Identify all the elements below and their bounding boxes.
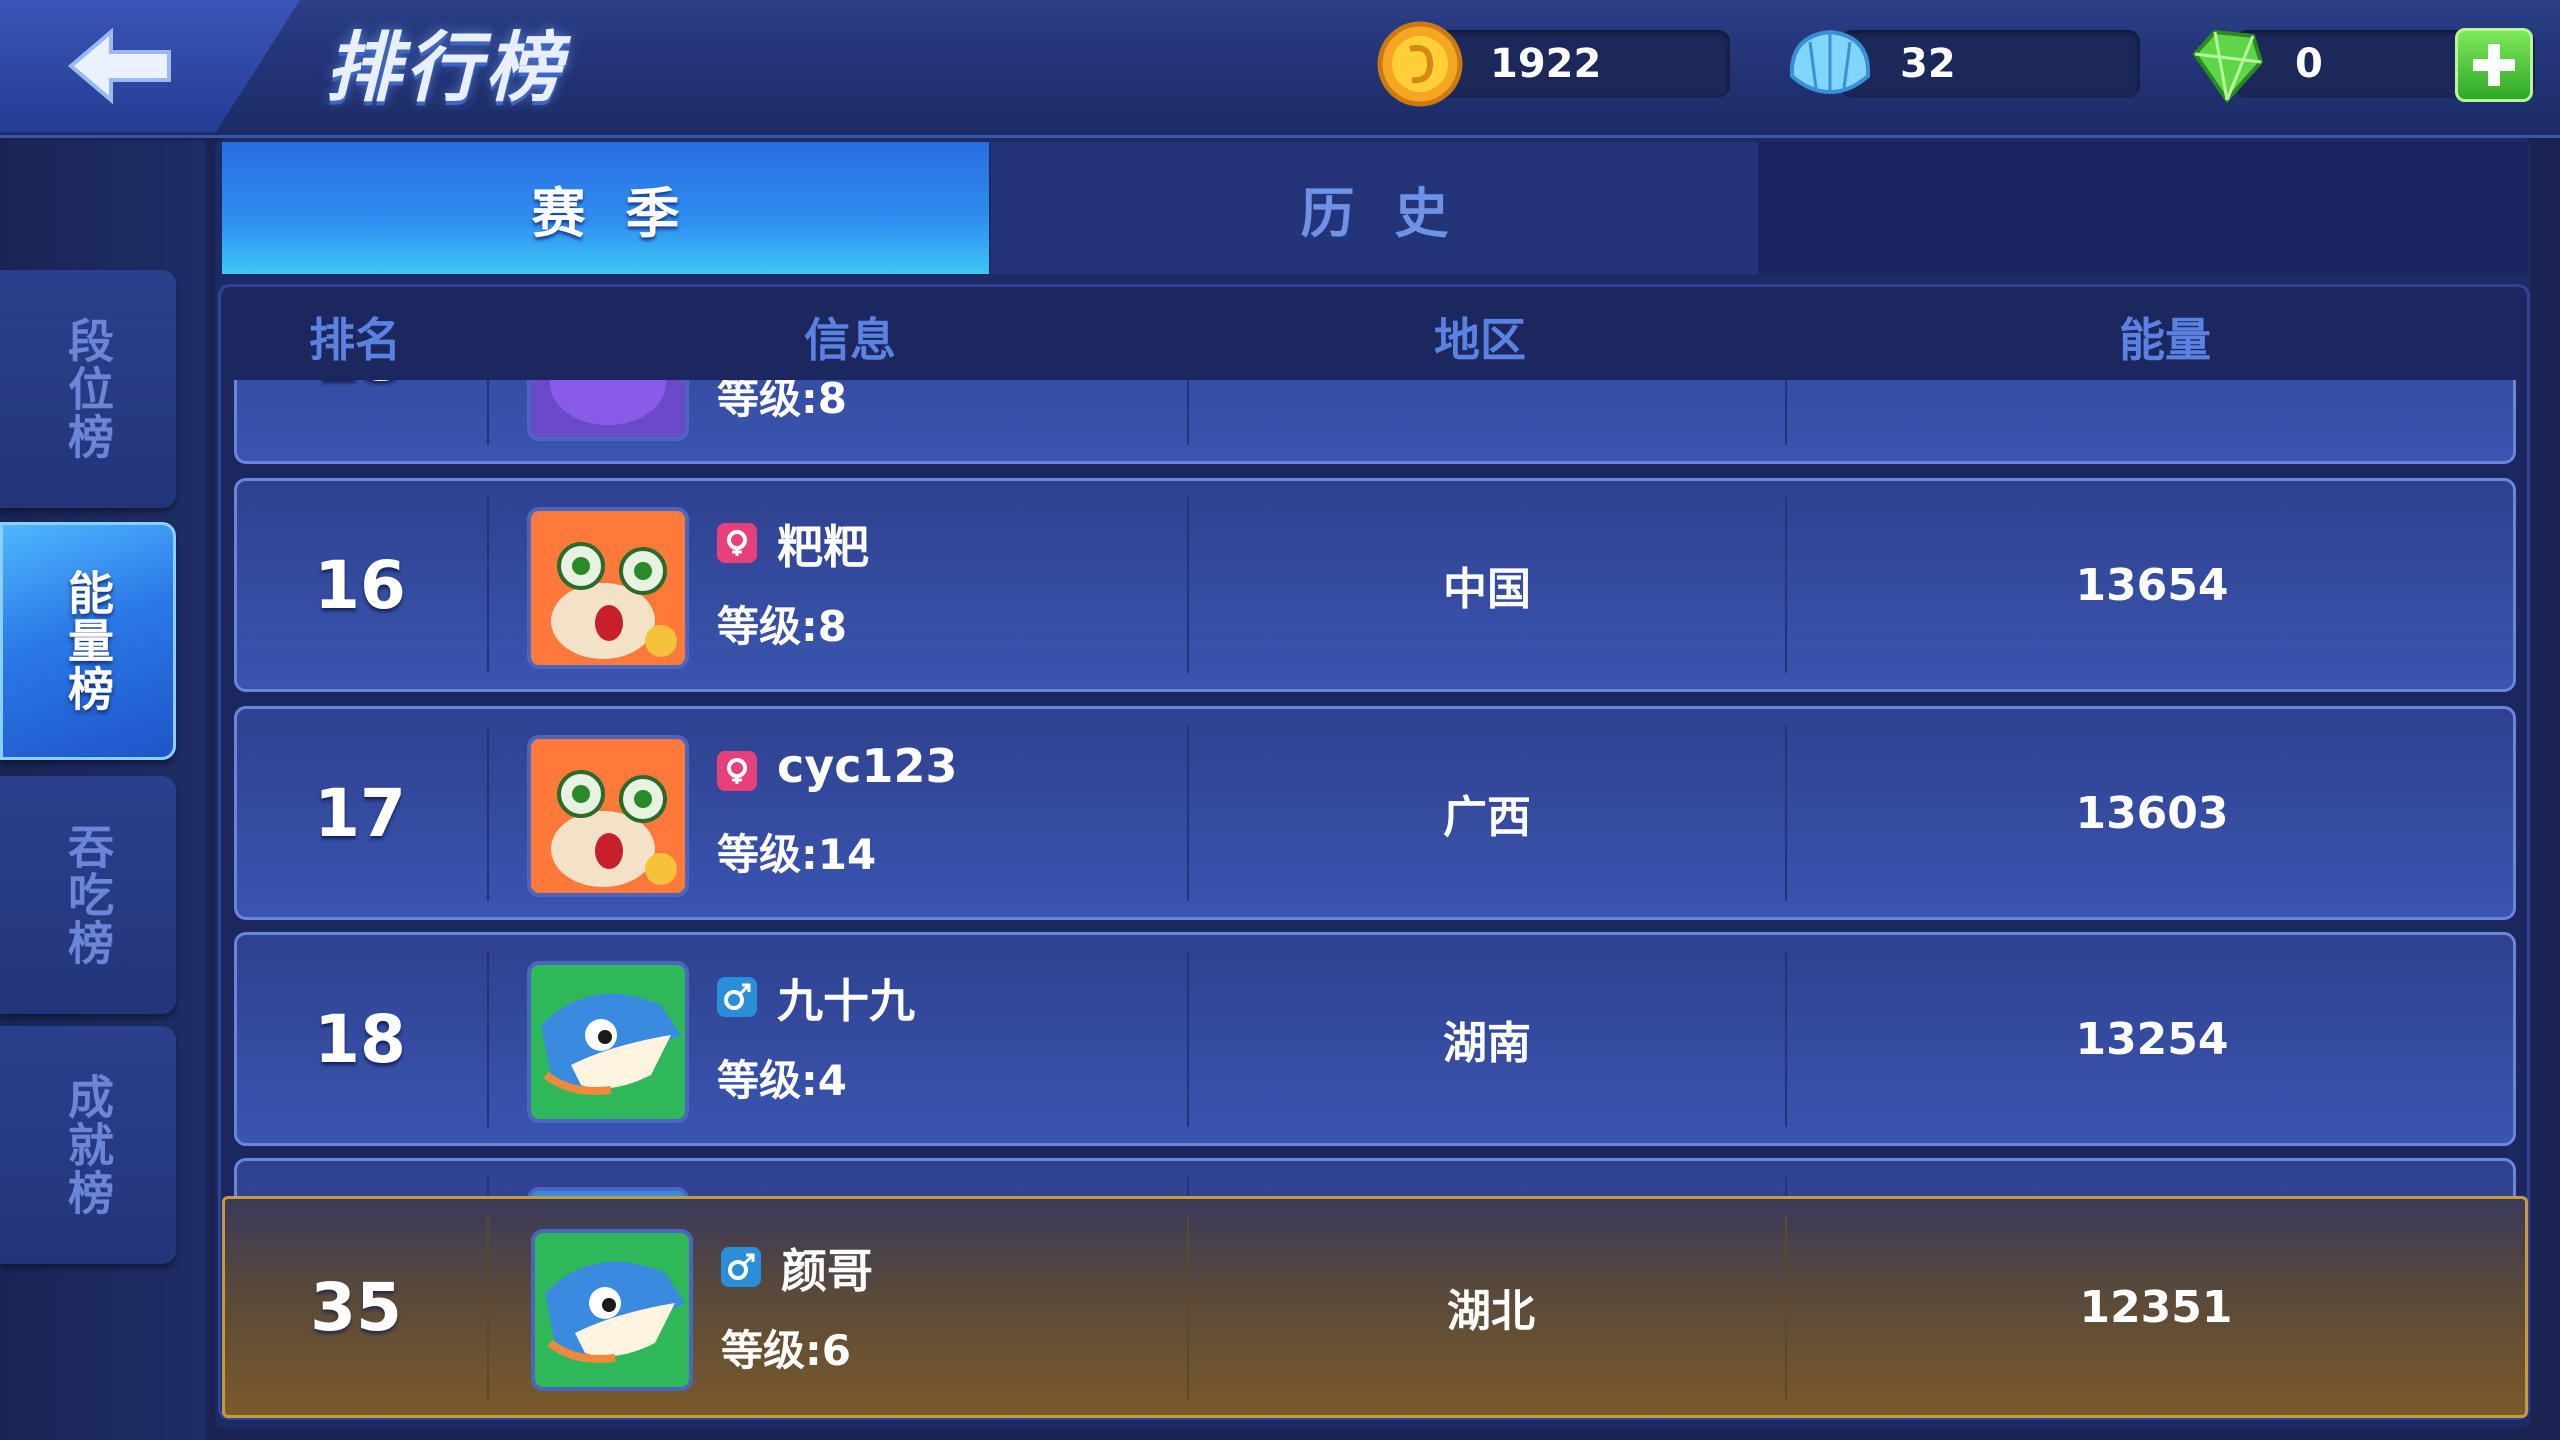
sidebar-item-achievement[interactable]: 成就榜 bbox=[0, 1026, 176, 1264]
my-rank-row[interactable]: 35 颜哥 等级:6 湖北 12351 bbox=[222, 1196, 2528, 1418]
column-header-region: 地区 bbox=[1434, 313, 1526, 367]
player-energy: 13254 bbox=[2075, 1013, 2229, 1065]
avatar bbox=[531, 1229, 693, 1391]
shell-icon bbox=[1789, 29, 1871, 95]
sidebar-item-label: 能量榜 bbox=[61, 569, 115, 713]
tab-bar-filler bbox=[1758, 142, 2528, 274]
player-name: 粑粑 bbox=[777, 520, 869, 574]
male-icon bbox=[717, 977, 757, 1017]
player-energy: 13654 bbox=[2075, 559, 2229, 611]
female-icon bbox=[717, 751, 757, 791]
column-header-rank: 排名 bbox=[309, 313, 401, 367]
fish-avatar-icon bbox=[531, 965, 685, 1119]
player-level: 等级:8 bbox=[717, 380, 848, 423]
shell-counter: 32 bbox=[1789, 29, 2140, 98]
player-level: 等级:4 bbox=[717, 1056, 848, 1105]
rank-number: 18 bbox=[314, 1000, 406, 1078]
top-bar: 排行榜 1922 32 0 bbox=[0, 0, 2560, 138]
table-row[interactable]: 17 cyc123 等级:14 广西 13603 bbox=[234, 706, 2516, 920]
player-level: 等级:14 bbox=[717, 830, 877, 879]
sidebar-item-label: 段位榜 bbox=[61, 317, 115, 461]
player-level: 等级:8 bbox=[717, 602, 848, 651]
my-player-name: 颜哥 bbox=[781, 1244, 873, 1298]
gem-icon bbox=[2192, 29, 2264, 104]
player-name: cyc123 bbox=[777, 739, 958, 793]
player-name: 九十九 bbox=[777, 974, 915, 1028]
back-button[interactable] bbox=[55, 18, 185, 113]
gem-value: 0 bbox=[2295, 41, 2323, 87]
avatar bbox=[527, 735, 689, 897]
table-row[interactable]: 15 等级:8 bbox=[234, 380, 2516, 464]
coin-icon bbox=[1377, 21, 1463, 107]
my-player-energy: 12351 bbox=[2079, 1281, 2233, 1333]
rank-number: 16 bbox=[314, 546, 406, 624]
sidebar-item-rank[interactable]: 段位榜 bbox=[0, 270, 176, 508]
avatar bbox=[527, 380, 689, 441]
player-region: 湖南 bbox=[1443, 1018, 1531, 1069]
my-player-region: 湖北 bbox=[1447, 1286, 1535, 1337]
add-gem-button[interactable] bbox=[2455, 28, 2533, 102]
sidebar-item-devour[interactable]: 吞吃榜 bbox=[0, 776, 176, 1014]
table-row[interactable] bbox=[234, 1158, 2516, 1200]
my-player-level: 等级:6 bbox=[721, 1326, 852, 1375]
crab-avatar-icon bbox=[531, 380, 685, 437]
column-header-energy: 能量 bbox=[2119, 313, 2211, 367]
avatar bbox=[527, 507, 689, 669]
coin-value: 1922 bbox=[1490, 41, 1602, 87]
my-rank-number: 35 bbox=[310, 1268, 402, 1346]
tab-season[interactable]: 赛季 bbox=[222, 142, 989, 274]
page-title: 排行榜 bbox=[325, 23, 565, 112]
shell-value: 32 bbox=[1900, 41, 1956, 87]
male-icon bbox=[721, 1247, 761, 1287]
player-region: 中国 bbox=[1443, 564, 1531, 615]
sidebar-item-label: 吞吃榜 bbox=[61, 823, 115, 967]
coin-counter: 1922 bbox=[1377, 21, 1730, 107]
table-row[interactable]: 16 粑粑 等级:8 中国 13654 bbox=[234, 478, 2516, 692]
female-icon bbox=[717, 523, 757, 563]
sidebar-item-energy[interactable]: 能量榜 bbox=[0, 522, 176, 760]
fish-avatar-icon bbox=[535, 1233, 689, 1387]
sidebar-item-label: 成就榜 bbox=[61, 1073, 115, 1217]
crab-avatar-icon bbox=[531, 739, 685, 893]
rank-number: 15 bbox=[237, 380, 483, 461]
rank-number: 17 bbox=[314, 774, 406, 852]
tab-history[interactable]: 历史 bbox=[991, 142, 1758, 274]
leaderboard-list[interactable]: 15 等级:8 16 bbox=[232, 380, 2518, 1200]
column-header-info: 信息 bbox=[804, 313, 896, 367]
arrow-left-icon bbox=[67, 27, 171, 104]
plus-icon bbox=[2473, 44, 2515, 86]
player-energy: 13603 bbox=[2075, 787, 2229, 839]
crab-avatar-icon bbox=[531, 511, 685, 665]
avatar bbox=[527, 961, 689, 1123]
table-row[interactable]: 18 九十九 等级:4 湖南 13254 bbox=[234, 932, 2516, 1146]
player-region: 广西 bbox=[1443, 792, 1531, 843]
